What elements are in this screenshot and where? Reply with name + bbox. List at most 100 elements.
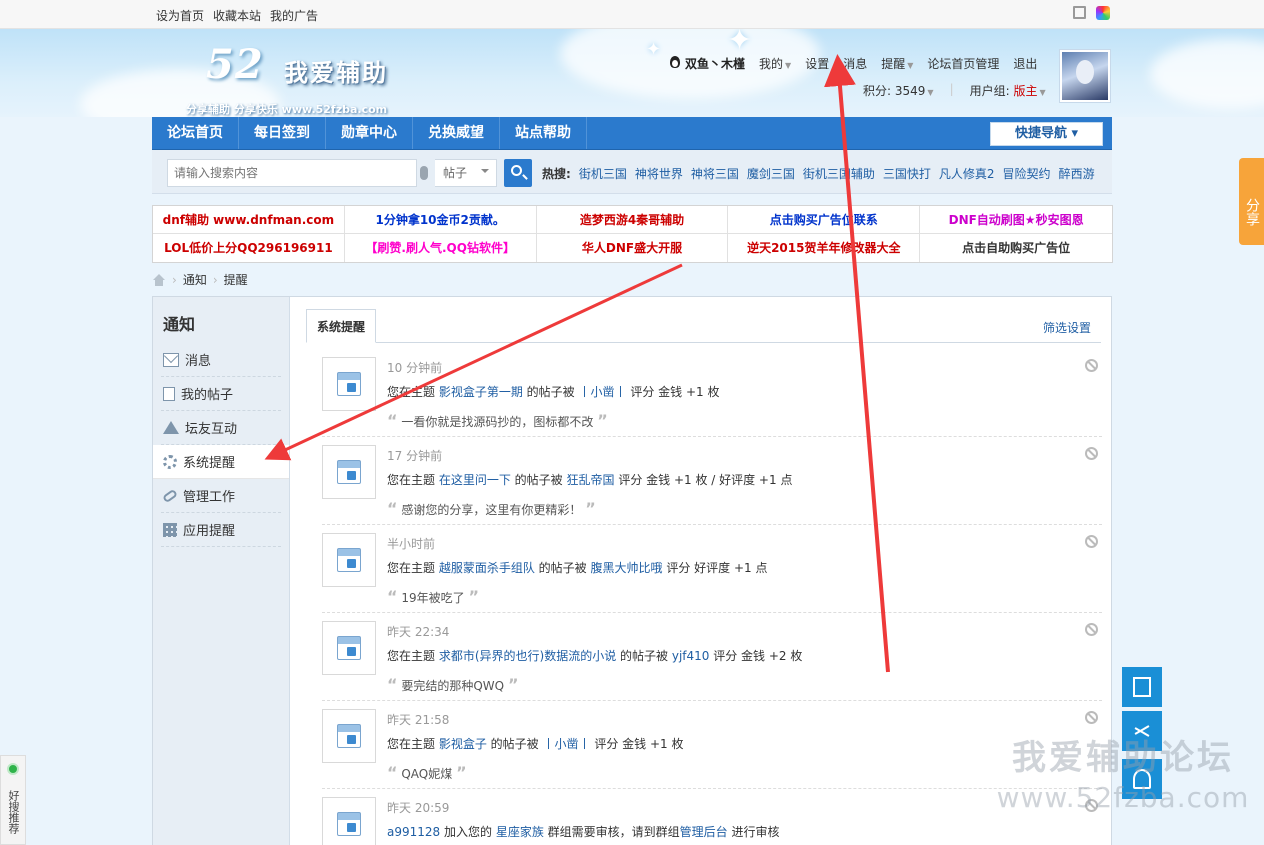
notice-link[interactable]: 星座家族 bbox=[496, 825, 544, 839]
delete-notice-icon[interactable] bbox=[1085, 447, 1098, 460]
ad-link[interactable]: 1分钟拿10金币2贡献。 bbox=[344, 206, 537, 234]
notice-link[interactable]: 越服蒙面杀手组队 bbox=[439, 561, 535, 575]
sidebar-item-my-posts[interactable]: 我的帖子 bbox=[161, 377, 281, 411]
hot-search-item[interactable]: 冒险契约 bbox=[1003, 165, 1051, 182]
filter-settings-link[interactable]: 筛选设置 bbox=[1043, 319, 1091, 336]
envelope-icon bbox=[163, 352, 179, 367]
quote-close-icon: ” bbox=[597, 411, 608, 430]
quote-close-icon: ” bbox=[456, 763, 467, 782]
ad-link[interactable]: 点击自助购买广告位 bbox=[920, 234, 1112, 262]
system-notice-thumb bbox=[322, 621, 376, 675]
search-button[interactable] bbox=[504, 159, 532, 187]
notice-link[interactable]: a991128 bbox=[387, 825, 440, 839]
notice-main: 系统提醒 筛选设置 10 分钟前 您在主题 影视盒子第一期 的帖子被 丨小凿丨 评… bbox=[306, 297, 1111, 845]
notice-text-part: 评分 金钱 +1 枚 bbox=[590, 737, 684, 751]
hot-search-item[interactable]: 醉西游 bbox=[1059, 165, 1095, 182]
share-tab[interactable]: 分享 bbox=[1239, 158, 1264, 245]
sidebar-item-label: 管理工作 bbox=[183, 490, 236, 505]
notice-item: 昨天 22:34 您在主题 求都市(异界的也行)数据流的小说 的帖子被 yjf41… bbox=[322, 613, 1102, 701]
logo-number: 52 bbox=[206, 41, 264, 88]
nav-forum-home[interactable]: 论坛首页 bbox=[152, 117, 239, 149]
search-input[interactable] bbox=[167, 159, 417, 187]
hot-search-item[interactable]: 街机三国 bbox=[579, 165, 627, 182]
quick-nav-button[interactable]: 快捷导航 ▾ bbox=[990, 122, 1103, 146]
home-icon[interactable] bbox=[152, 273, 166, 286]
document-edit-button[interactable] bbox=[1122, 667, 1162, 707]
notice-text: 您在主题 求都市(异界的也行)数据流的小说 的帖子被 yjf410 评分 金钱 … bbox=[387, 647, 802, 664]
watermark: 我爱辅助论坛 www.52fzba.com bbox=[993, 730, 1253, 814]
ad-link[interactable]: 造梦西游4秦哥辅助 bbox=[536, 206, 729, 234]
system-notice-icon bbox=[337, 724, 361, 748]
notice-link[interactable]: 影视盒子第一期 bbox=[439, 385, 523, 399]
site-logo[interactable]: 52 我爱辅助 分享辅助 分享快乐 www.52fzba.com bbox=[186, 41, 426, 116]
settings-link[interactable]: 设置 bbox=[805, 55, 829, 72]
hot-search-item[interactable]: 神将三国 bbox=[691, 165, 739, 182]
nav-site-help[interactable]: 站点帮助 bbox=[500, 117, 587, 149]
delete-notice-icon[interactable] bbox=[1085, 359, 1098, 372]
nav-daily-checkin[interactable]: 每日签到 bbox=[239, 117, 326, 149]
hot-search-item[interactable]: 凡人修真2 bbox=[939, 165, 995, 182]
breadcrumb-reminder[interactable]: 提醒 bbox=[224, 271, 248, 288]
forum-admin-link[interactable]: 论坛首页管理 bbox=[927, 55, 999, 72]
points-menu[interactable]: 积分: 3549 ▼ bbox=[863, 82, 934, 99]
hot-search-item[interactable]: 三国快打 bbox=[883, 165, 931, 182]
my-ads-link[interactable]: 我的广告 bbox=[270, 7, 318, 24]
notice-quote: “ 19年被吃了 ” bbox=[387, 587, 479, 606]
delete-notice-icon[interactable] bbox=[1085, 711, 1098, 724]
notice-link[interactable]: yjf410 bbox=[672, 649, 710, 663]
sidebar-item-label: 消息 bbox=[185, 354, 212, 369]
ad-link[interactable]: LOL低价上分QQ296196911 bbox=[153, 234, 345, 262]
ad-link[interactable]: dnf辅助 www.dnfman.com bbox=[153, 206, 345, 234]
notice-link[interactable]: 在这里问一下 bbox=[439, 473, 511, 487]
nav-medal-center[interactable]: 勋章中心 bbox=[326, 117, 413, 149]
notice-link[interactable]: 求都市(异界的也行)数据流的小说 bbox=[439, 649, 616, 663]
notice-link[interactable]: 管理后台 bbox=[680, 825, 728, 839]
chevron-down-icon: ▼ bbox=[927, 88, 934, 97]
usergroup-menu[interactable]: 用户组: 版主 ▼ bbox=[970, 82, 1046, 99]
sidebar-item-app-reminder[interactable]: 应用提醒 bbox=[161, 513, 281, 547]
notice-link[interactable]: 狂乱帝国 bbox=[566, 473, 614, 487]
avatar[interactable] bbox=[1059, 49, 1111, 103]
notice-link[interactable]: 丨小凿丨 bbox=[578, 385, 626, 399]
fullscreen-icon[interactable] bbox=[1073, 6, 1086, 19]
nav-exchange-prestige[interactable]: 兑换威望 bbox=[413, 117, 500, 149]
breadcrumb-notice[interactable]: 通知 bbox=[183, 271, 207, 288]
quote-open-icon: “ bbox=[387, 675, 398, 694]
username-link[interactable]: 双鱼丶木槿 bbox=[668, 55, 745, 72]
logout-link[interactable]: 退出 bbox=[1013, 55, 1037, 72]
sidebar-item-system-reminder[interactable]: 系统提醒 bbox=[153, 445, 289, 479]
hot-search-item[interactable]: 神将世界 bbox=[635, 165, 683, 182]
main-nav: 论坛首页 每日签到 勋章中心 兑换威望 站点帮助 快捷导航 ▾ bbox=[152, 117, 1112, 150]
notice-link[interactable]: 丨小凿丨 bbox=[542, 737, 590, 751]
ad-link[interactable]: 华人DNF盛大开服 bbox=[537, 234, 729, 262]
haosou-recommend[interactable]: 好搜推荐 bbox=[0, 755, 26, 845]
ad-link[interactable]: 逆天2015贺羊年修改器大全 bbox=[728, 234, 921, 262]
hot-search-item[interactable]: 魔剑三国 bbox=[747, 165, 795, 182]
system-notice-thumb bbox=[322, 445, 376, 499]
system-notice-thumb bbox=[322, 533, 376, 587]
notice-quote-text: 要完结的那种QWQ bbox=[401, 679, 505, 693]
sidebar-item-interaction[interactable]: 坛友互动 bbox=[161, 411, 281, 445]
hot-search-item[interactable]: 街机三国辅助 bbox=[803, 165, 875, 182]
ad-link[interactable]: 点击购买广告位联系 bbox=[728, 206, 921, 234]
reminders-menu[interactable]: 提醒 ▼ bbox=[881, 55, 913, 72]
delete-notice-icon[interactable] bbox=[1085, 535, 1098, 548]
sidebar-item-messages[interactable]: 消息 bbox=[161, 343, 281, 377]
my-menu[interactable]: 我的 ▼ bbox=[759, 55, 791, 72]
notice-link[interactable]: 影视盒子 bbox=[439, 737, 487, 751]
ad-link[interactable]: 【刷赞.刷人气.QQ钻软件】 bbox=[345, 234, 537, 262]
notice-link[interactable]: 腹黑大帅比哦 bbox=[590, 561, 662, 575]
ad-link[interactable]: DNF自动刷图★秒安图恩 bbox=[920, 206, 1112, 234]
tab-system-reminder[interactable]: 系统提醒 bbox=[306, 309, 377, 343]
quote-open-icon: “ bbox=[387, 499, 398, 518]
set-homepage-link[interactable]: 设为首页 bbox=[156, 7, 204, 24]
sidebar-item-management[interactable]: 管理工作 bbox=[161, 479, 281, 513]
microphone-icon[interactable] bbox=[420, 166, 428, 180]
color-palette-icon[interactable] bbox=[1096, 6, 1110, 20]
search-type-select[interactable]: 帖子 bbox=[435, 159, 497, 187]
bookmark-link[interactable]: 收藏本站 bbox=[213, 7, 261, 24]
notice-text-part: 您在主题 bbox=[387, 561, 439, 575]
notice-quote-text: 19年被吃了 bbox=[401, 591, 465, 605]
messages-link[interactable]: 消息 bbox=[843, 55, 867, 72]
delete-notice-icon[interactable] bbox=[1085, 623, 1098, 636]
